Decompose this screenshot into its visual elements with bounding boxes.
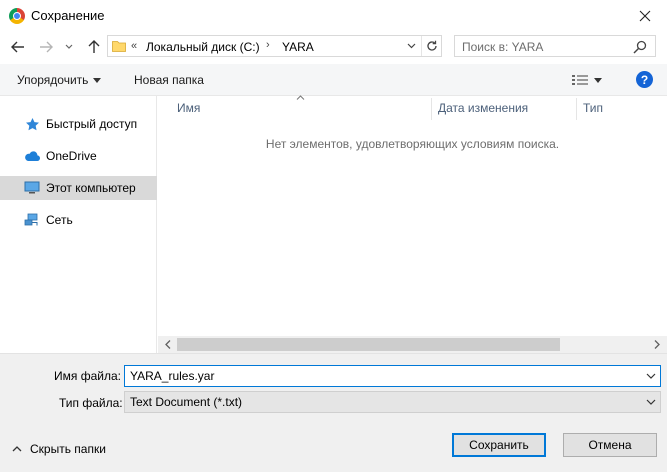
save-button[interactable]: Сохранить xyxy=(452,433,546,457)
hide-folders-label: Скрыть папки xyxy=(30,442,106,456)
caret-down-icon xyxy=(93,77,102,83)
cancel-button[interactable]: Отмена xyxy=(563,433,657,457)
empty-folder-message: Нет элементов, удовлетворяющих условиям … xyxy=(265,137,560,151)
breadcrumb-yara[interactable]: YARA xyxy=(282,40,314,54)
network-icon xyxy=(24,212,40,228)
file-list[interactable] xyxy=(158,96,667,336)
filetype-value: Text Document (*.txt) xyxy=(130,395,243,409)
filename-label: Имя файла: xyxy=(54,369,121,383)
sidebar-item-network[interactable]: Сеть xyxy=(0,208,157,232)
help-button[interactable]: ? xyxy=(636,71,653,88)
refresh-button[interactable] xyxy=(421,36,442,56)
search-icon[interactable] xyxy=(633,40,647,54)
sidebar-item-quick-access[interactable]: Быстрый доступ xyxy=(0,112,157,136)
sidebar-item-label: OneDrive xyxy=(46,149,97,163)
filename-field[interactable] xyxy=(124,365,661,387)
chevron-down-icon xyxy=(407,43,415,49)
sidebar-item-onedrive[interactable]: OneDrive xyxy=(0,144,157,168)
sidebar-item-this-pc[interactable]: Этот компьютер xyxy=(0,176,157,200)
star-icon xyxy=(24,116,40,132)
chrome-icon xyxy=(9,8,25,24)
scrollbar-thumb[interactable] xyxy=(177,338,560,351)
column-divider[interactable] xyxy=(431,98,432,120)
chevron-up-icon xyxy=(12,446,22,452)
address-overflow-chevron[interactable]: « xyxy=(131,40,137,52)
address-dropdown-button[interactable] xyxy=(401,36,421,56)
sidebar-item-label: Этот компьютер xyxy=(46,181,136,195)
scroll-left-arrow-icon[interactable] xyxy=(162,339,174,350)
new-folder-button[interactable]: Новая папка xyxy=(134,73,204,87)
forward-button[interactable] xyxy=(36,36,56,58)
sort-ascending-icon xyxy=(296,92,305,102)
organize-button[interactable]: Упорядочить xyxy=(17,73,102,87)
refresh-icon xyxy=(427,40,437,51)
hide-folders-button[interactable]: Скрыть папки xyxy=(12,442,106,456)
sidebar-item-label: Быстрый доступ xyxy=(46,117,138,131)
column-header-type[interactable]: Тип xyxy=(583,101,603,115)
chevron-down-icon xyxy=(646,399,656,405)
computer-icon xyxy=(24,180,40,196)
chevron-down-icon xyxy=(65,44,73,49)
arrow-left-icon xyxy=(11,41,24,53)
arrow-up-icon xyxy=(88,40,100,53)
column-header-date-modified[interactable]: Дата изменения xyxy=(438,101,528,115)
recent-locations-button[interactable] xyxy=(62,36,76,58)
caret-down-icon xyxy=(594,77,602,83)
close-button[interactable] xyxy=(622,0,667,32)
search-placeholder[interactable]: Поиск в: YARA xyxy=(462,40,543,54)
column-header-name[interactable]: Имя xyxy=(177,101,200,115)
breadcrumb-separator[interactable]: › xyxy=(266,39,270,51)
up-button[interactable] xyxy=(84,36,104,58)
chevron-down-icon xyxy=(646,373,656,379)
arrow-right-icon xyxy=(40,41,53,53)
scroll-right-arrow-icon[interactable] xyxy=(651,339,663,350)
filetype-select[interactable]: Text Document (*.txt) xyxy=(124,391,661,413)
filename-dropdown-button[interactable] xyxy=(642,367,660,385)
view-details-icon xyxy=(572,75,588,85)
back-button[interactable] xyxy=(8,36,28,58)
change-view-button[interactable] xyxy=(572,70,610,90)
breadcrumb-local-disk[interactable]: Локальный диск (C:) xyxy=(146,40,260,54)
window-title: Сохранение xyxy=(31,8,105,23)
organize-label: Упорядочить xyxy=(17,73,89,87)
folder-icon xyxy=(112,39,126,52)
close-icon xyxy=(639,10,650,22)
column-divider[interactable] xyxy=(576,98,577,120)
filetype-dropdown-button[interactable] xyxy=(642,393,660,411)
cloud-icon xyxy=(24,148,40,164)
sidebar-item-label: Сеть xyxy=(46,213,73,227)
filetype-label: Тип файла: xyxy=(59,396,123,410)
